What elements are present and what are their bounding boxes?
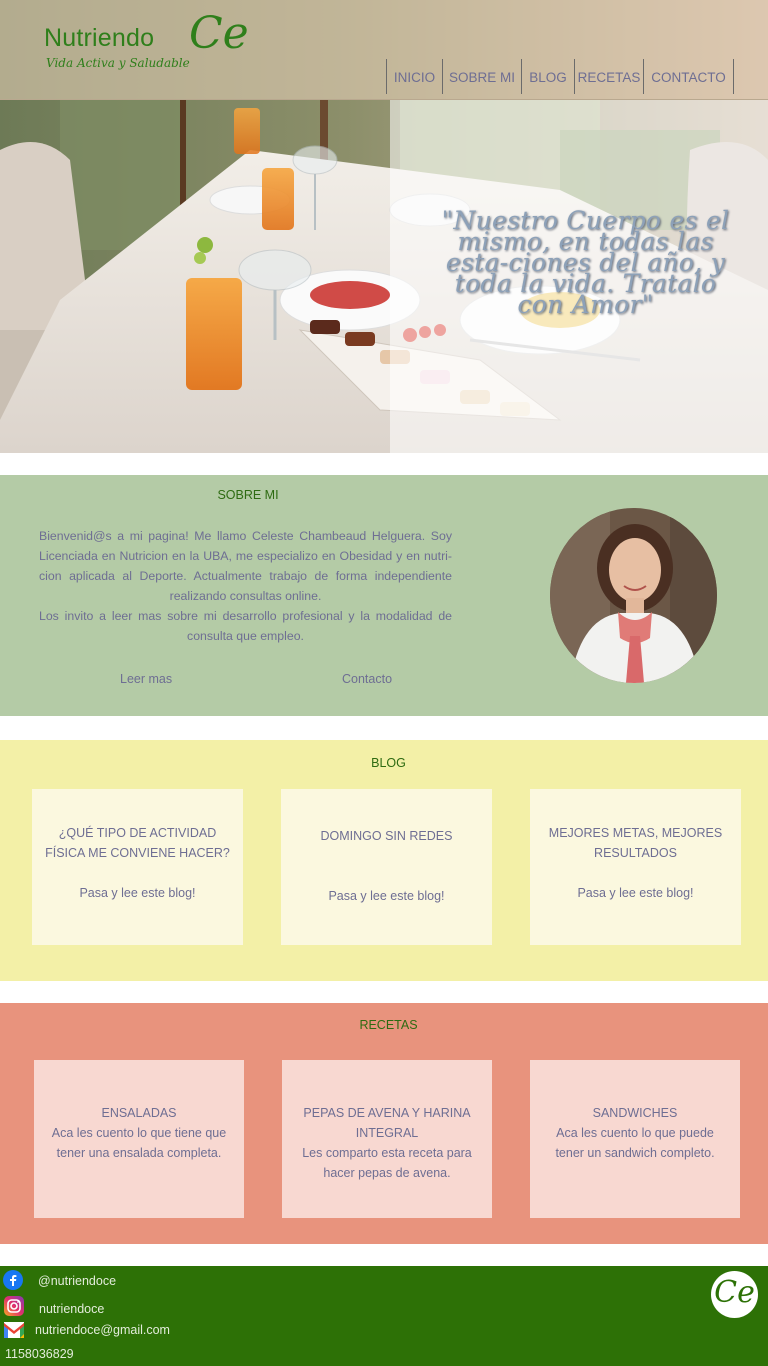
recipes-section: RECETAS ENSALADAS Aca les cuento lo que … [0,1003,768,1244]
recipes-title: RECETAS [359,1018,418,1032]
blog-card[interactable]: DOMINGO SIN REDES Pasa y lee este blog! [281,789,492,945]
email-address[interactable]: nutriendoce@gmail.com [35,1323,170,1337]
profile-photo [550,508,717,683]
footer-logo-mark: Ce [714,1275,755,1310]
recipe-card[interactable]: PEPAS DE AVENA Y HARINA INTEGRAL Les com… [282,1060,492,1218]
facebook-handle[interactable]: @nutriendoce [38,1274,116,1288]
recipe-card[interactable]: ENSALADAS Aca les cuento lo que tiene qu… [34,1060,244,1218]
site-footer: @nutriendoce nutriendoce nutriendoce@gma… [0,1266,768,1366]
gmail-icon[interactable] [4,1320,24,1340]
footer-logo[interactable]: Ce [711,1271,758,1318]
logo-tagline: Vida Activa y Saludable [46,56,190,70]
instagram-icon[interactable] [4,1296,24,1316]
recipe-card[interactable]: SANDWICHES Aca les cuento lo que puede t… [530,1060,740,1218]
phone-number[interactable]: 1158036829 [5,1347,74,1361]
recipe-card-text: Aca les cuento lo que puede tener un san… [555,1126,715,1160]
nav-recetas[interactable]: RECETAS [574,59,643,94]
blog-title: BLOG [371,756,406,770]
main-nav: INICIO SOBRE MI BLOG RECETAS CONTACTO [386,59,734,94]
site-logo[interactable]: Nutriendo Ce Vida Activa y Saludable [44,8,254,84]
top-bar: Nutriendo Ce Vida Activa y Saludable INI… [0,0,768,100]
recipe-card-text: Aca les cuento lo que tiene que tener un… [51,1126,227,1160]
blog-section: BLOG ¿QUÉ TIPO DE ACTIVIDAD FÍSICA ME CO… [0,740,768,981]
recipe-card-text: Les comparto esta receta para hacer pepa… [302,1146,472,1180]
nav-blog[interactable]: BLOG [521,59,574,94]
blog-card-cta[interactable]: Pasa y lee este blog! [542,883,729,903]
logo-monogram: Ce [189,8,249,59]
blog-card-title: DOMINGO SIN REDES [320,829,453,843]
blog-card[interactable]: MEJORES METAS, MEJORES RESULTADOS Pasa y… [530,789,741,945]
blog-card[interactable]: ¿QUÉ TIPO DE ACTIVIDAD FÍSICA ME CONVIEN… [32,789,243,945]
instagram-handle[interactable]: nutriendoce [39,1302,104,1316]
nav-sobre-mi[interactable]: SOBRE MI [442,59,521,94]
recipe-card-title: SANDWICHES [592,1106,678,1120]
nav-contacto[interactable]: CONTACTO [643,59,734,94]
nav-inicio[interactable]: INICIO [386,59,442,94]
read-more-link[interactable]: Leer mas [120,672,172,686]
about-paragraph: Los invito a leer mas sobre mi desarroll… [39,609,452,643]
recipe-card-title: ENSALADAS [101,1106,177,1120]
hero-banner: Nutriendo Ce Vida Activa y Saludable INI… [0,0,768,453]
blog-card-title: MEJORES METAS, MEJORES RESULTADOS [548,826,723,860]
blog-card-cta[interactable]: Pasa y lee este blog! [44,883,231,903]
hero-quote: "Nuestro Cuerpo es el mismo, en todas la… [441,206,730,319]
blog-card-title: ¿QUÉ TIPO DE ACTIVIDAD FÍSICA ME CONVIEN… [45,826,230,860]
about-title: SOBRE MI [217,488,279,502]
about-text: Bienvenid@s a mi pagina! Me llamo Celest… [39,526,452,646]
contact-link[interactable]: Contacto [342,672,392,686]
blog-card-cta[interactable]: Pasa y lee este blog! [293,886,480,906]
recipe-card-title: PEPAS DE AVENA Y HARINA INTEGRAL [303,1106,471,1140]
about-paragraph: Bienvenid@s a mi pagina! Me llamo Celest… [39,529,452,603]
facebook-icon[interactable] [3,1270,23,1290]
logo-wordmark: Nutriendo [44,24,155,52]
